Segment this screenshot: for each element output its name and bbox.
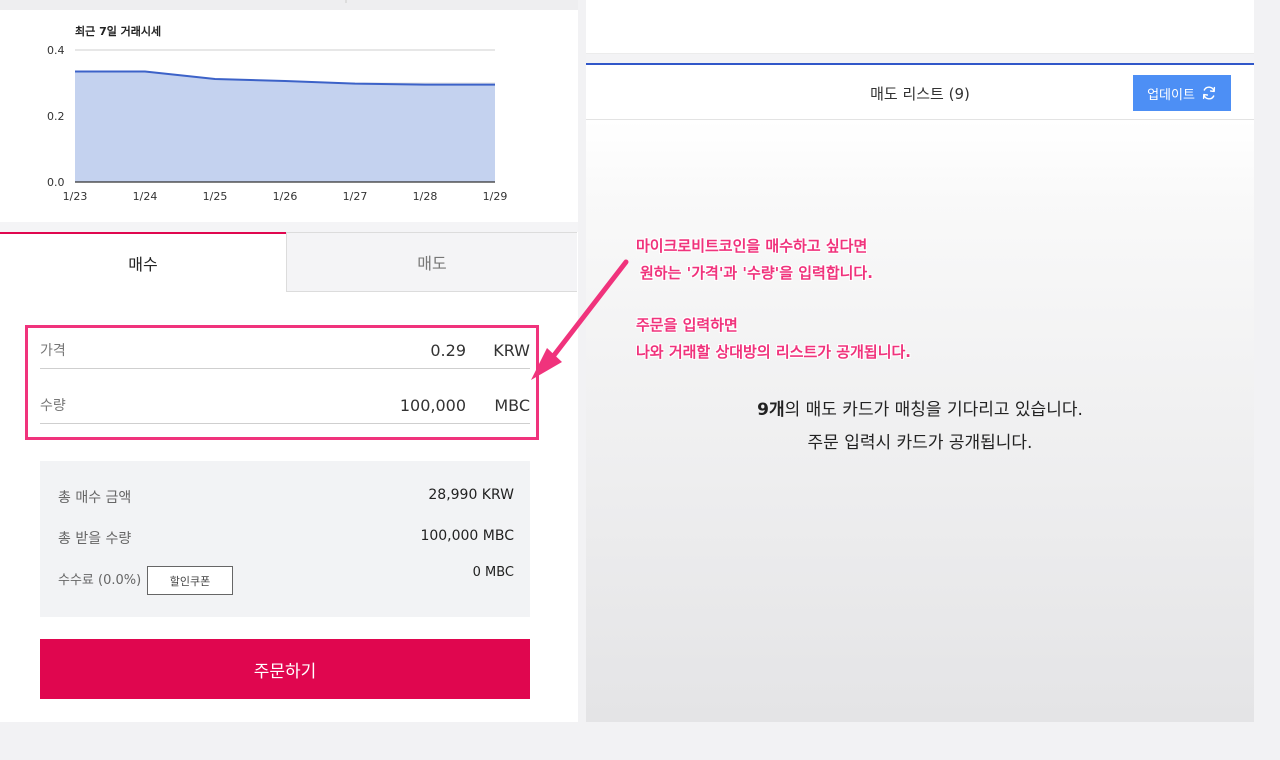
x-tick-label: 1/23 <box>63 190 88 203</box>
total-amount-row: 총 매수 금액 28,990 KRW <box>58 487 514 507</box>
y-tick-label: 0.4 <box>47 44 65 57</box>
annotation-line2: 원하는 '가격'과 '수량'을 입력합니다. <box>640 264 873 282</box>
x-tick-label: 1/24 <box>133 190 158 203</box>
series-area <box>75 71 495 182</box>
fee-value-row: 0 MBC <box>58 565 514 585</box>
update-button-label: 업데이트 <box>1147 87 1195 103</box>
refresh-icon <box>1202 86 1216 100</box>
order-summary: 총 매수 금액 28,990 KRW 총 받을 수량 100,000 MBC 수… <box>40 461 530 617</box>
x-tick-label: 1/28 <box>413 190 438 203</box>
total-amount-value: 28,990 KRW <box>428 487 514 503</box>
receive-qty-value: 100,000 MBC <box>420 528 514 544</box>
y-tick-label: 0.0 <box>47 176 65 189</box>
divider <box>345 0 347 3</box>
tab-buy[interactable]: 매수 <box>0 232 286 292</box>
annotation-line1: 마이크로비트코인을 매수하고 싶다면 <box>636 237 868 255</box>
waiting-message-text: 의 매도 카드가 매칭을 기다리고 있습니다. <box>784 400 1083 420</box>
x-tick-label: 1/29 <box>483 190 508 203</box>
order-button[interactable]: 주문하기 <box>40 639 530 699</box>
annotation-line4: 나와 거래할 상대방의 리스트가 공개됩니다. <box>636 343 911 361</box>
right-gap <box>586 54 1254 63</box>
trade-tabs: 매수 매도 <box>0 232 578 292</box>
x-tick-label: 1/26 <box>273 190 298 203</box>
chart-gap <box>0 222 578 232</box>
chart-svg: 0.0 0.2 0.4 1/23 1/24 1/25 1/26 1/27 1/28 1/29 <box>47 44 508 203</box>
total-amount-label: 총 매수 금액 <box>58 490 132 506</box>
x-tick-label: 1/25 <box>203 190 228 203</box>
order-panel: 최근 7일 거래시세 0.0 0.2 0.4 1/23 1/24 1/25 1/26 1/27… <box>0 0 578 722</box>
waiting-message-line1: 9개의 매도 카드가 매칭을 기다리고 있습니다. <box>586 395 1254 420</box>
update-button[interactable]: 업데이트 <box>1133 75 1231 111</box>
fee-value: 0 MBC <box>472 565 514 580</box>
x-tick-label: 1/27 <box>343 190 368 203</box>
top-strip <box>0 0 578 10</box>
sell-list-header: 매도 리스트 (9) 업데이트 <box>586 63 1254 120</box>
waiting-count: 9개 <box>757 400 785 420</box>
annotation-highlight-box <box>25 325 539 440</box>
annotation-line3: 주문을 입력하면 <box>636 316 738 334</box>
price-chart: 최근 7일 거래시세 0.0 0.2 0.4 1/23 1/24 1/25 1/26 1/27… <box>0 10 578 222</box>
tab-sell[interactable]: 매도 <box>286 232 577 292</box>
waiting-message-line2: 주문 입력시 카드가 공개됩니다. <box>807 433 1033 453</box>
right-top-area <box>586 0 1254 54</box>
receive-qty-label: 총 받을 수량 <box>58 531 132 547</box>
y-tick-label: 0.2 <box>47 110 65 123</box>
receive-qty-row: 총 받을 수량 100,000 MBC <box>58 528 514 548</box>
